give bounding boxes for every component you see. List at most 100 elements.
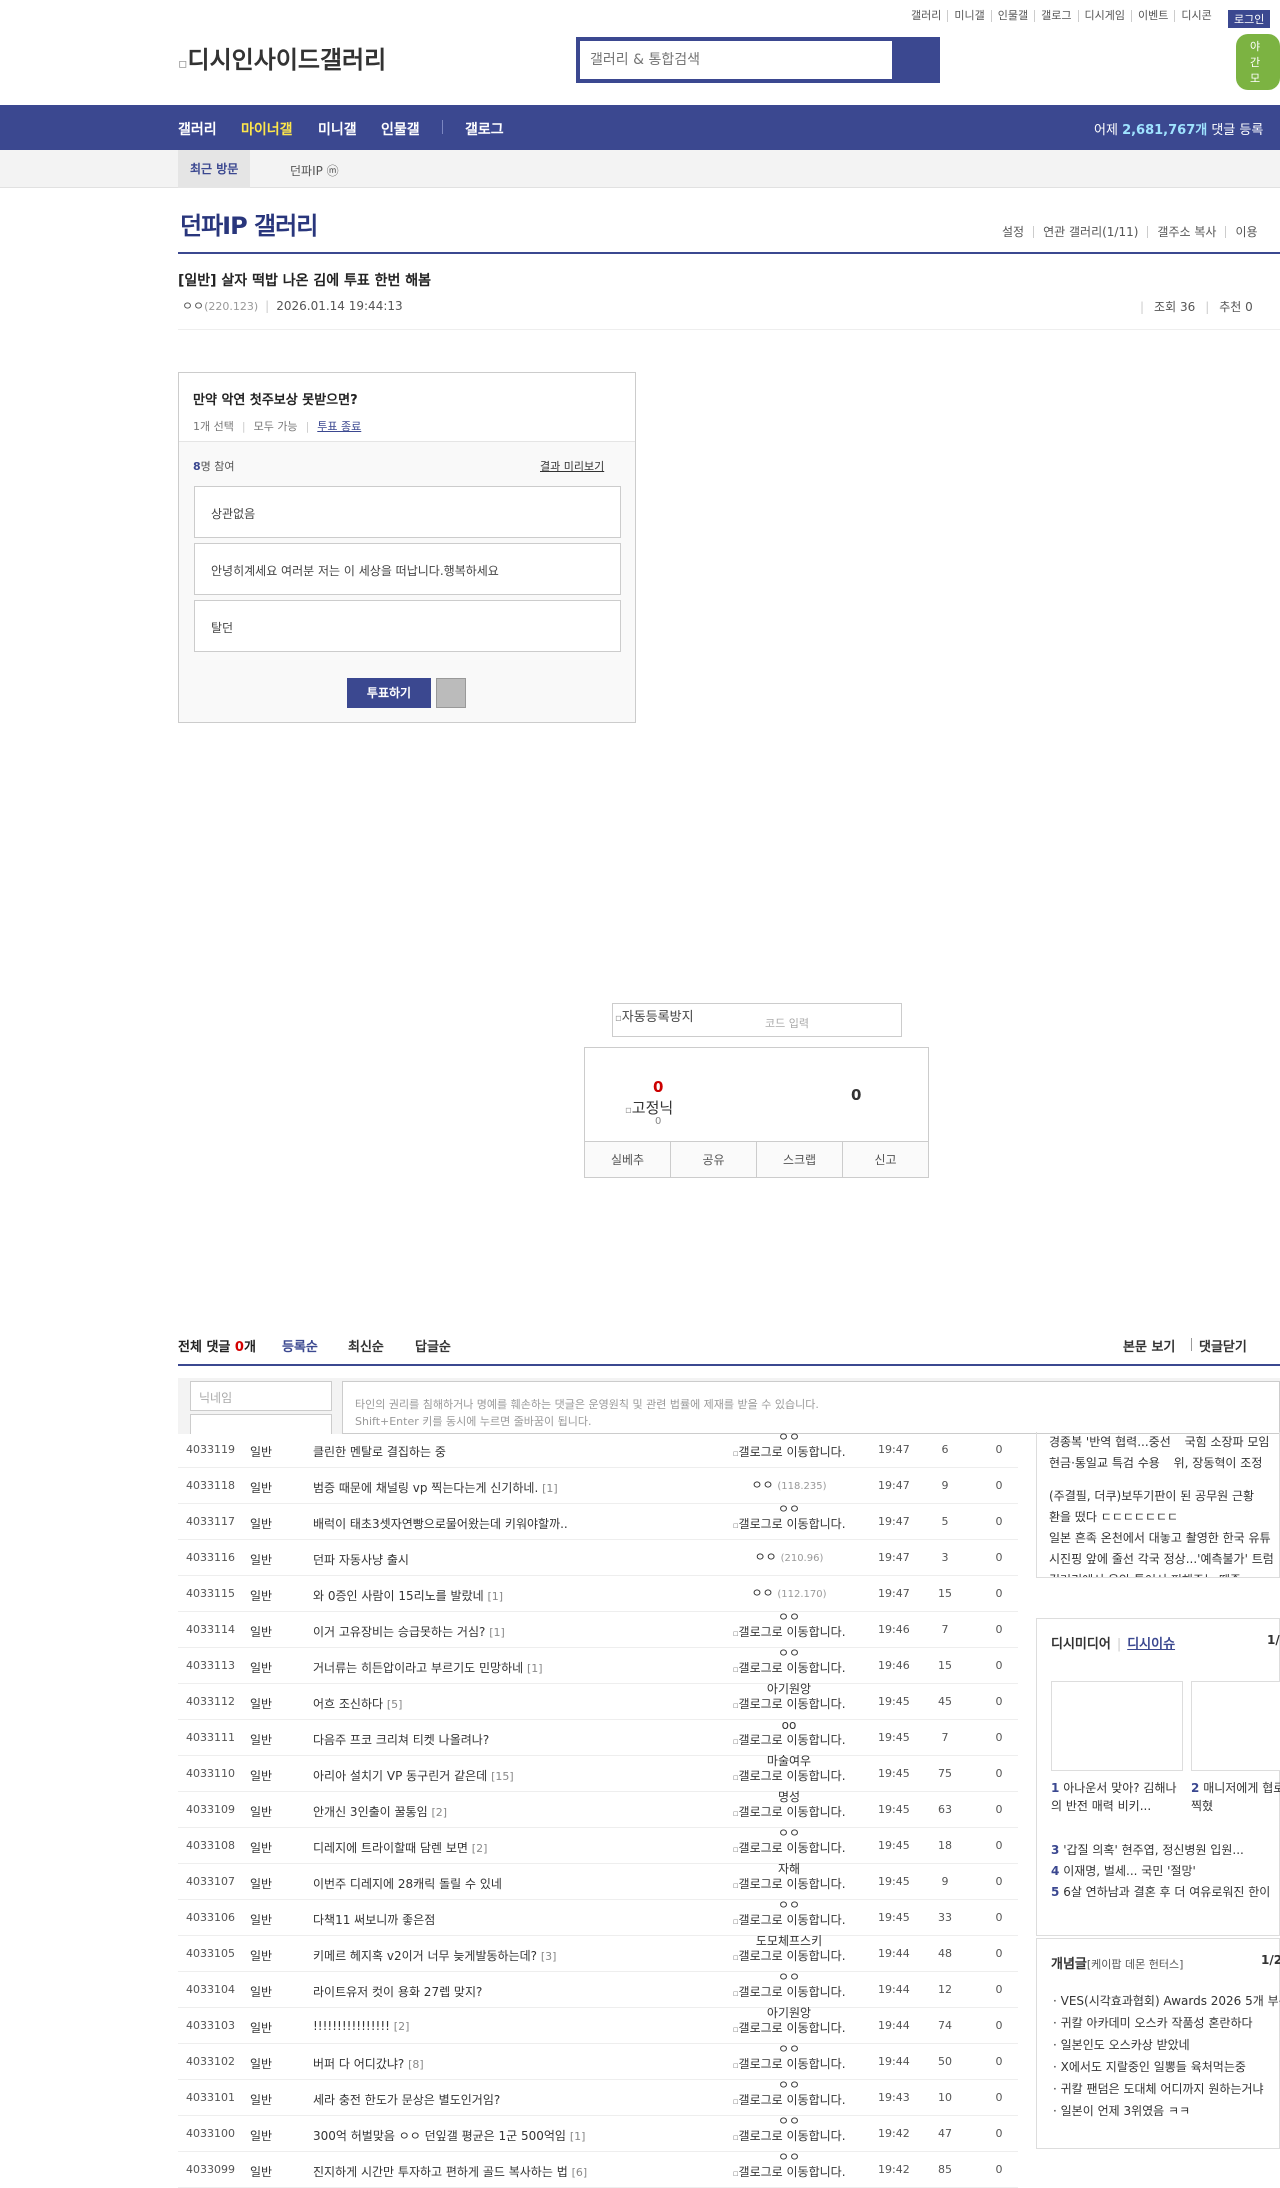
concept-item[interactable]: · 일본인도 오스카상 받았네 xyxy=(1053,2035,1190,2055)
concept-pager[interactable]: 1/2 xyxy=(1261,1953,1280,1967)
writer-nickname[interactable]: ㅇㅇ xyxy=(720,2079,858,2091)
writer-nickname[interactable]: ㅇㅇ xyxy=(720,1431,858,1443)
writer-nickname[interactable]: ㅇㅇ xyxy=(720,2151,858,2163)
gallog-link[interactable]: ▫갤로그로 이동합니다. xyxy=(720,1806,858,1820)
top-link-gallog[interactable]: 갤로그 xyxy=(1034,10,1077,22)
media-list-item[interactable]: 3 '갑질 의혹' 현주엽, 정신병원 입원... xyxy=(1051,1841,1244,1858)
top-link-event[interactable]: 이벤트 xyxy=(1130,10,1174,22)
option-usage[interactable]: 이용 xyxy=(1225,226,1266,238)
post-author[interactable]: ㅇㅇ xyxy=(182,299,204,313)
post-row[interactable]: 4033105 일반 키메르 헤지혹 v2이거 너무 늦게발동하는데? [3] 도모체… xyxy=(178,1935,1018,1972)
post-row[interactable]: 4033113 일반 거너류는 히든압이라고 부르기도 민망하네 [1] ㅇㅇ ▫갤로그… xyxy=(178,1647,1018,1684)
news-item[interactable]: 환을 떴다 ㄷㄷㄷㄷㄷㄷㄷ xyxy=(1049,1507,1267,1528)
post-row[interactable]: 4033118 일반 범증 때문에 채널링 vp 찍는다는게 신기하네. [1] ㅇㅇ… xyxy=(178,1468,1018,1504)
nav-mini-gallery[interactable]: 미니갤 xyxy=(318,119,357,139)
gallog-link[interactable]: ▫갤로그로 이동합니다. xyxy=(720,1698,858,1712)
media-list-item[interactable]: 4 이재명, 벌세... 국민 '절망' xyxy=(1051,1862,1196,1879)
gallog-link[interactable]: ▫갤로그로 이동합니다. xyxy=(720,2166,858,2180)
news-item[interactable]: 길거리에서 음악 틀어서 피해주는 땡중 xyxy=(1049,1570,1267,1577)
post-title-link[interactable]: 디레지에 트라이할때 담렌 보면 [2] xyxy=(313,1839,487,1856)
writer-nickname[interactable]: 자해 xyxy=(720,1863,858,1875)
post-title-link[interactable]: 아리아 설치기 VP 동구린거 같은데 [15] xyxy=(313,1767,514,1784)
top-link-minigal[interactable]: 미니갤 xyxy=(947,10,990,22)
reply-count[interactable]: [3] xyxy=(541,1950,557,1963)
writer-nickname[interactable]: 아기원앙 xyxy=(720,1683,858,1695)
concept-title[interactable]: 개념글 xyxy=(1051,1957,1087,1972)
post-row[interactable]: 4033100 일반 300억 허벌맞음 ㅇㅇ 던잎갤 평균은 1군 500억임 [… xyxy=(178,2115,1018,2152)
writer-nickname[interactable]: 마술여우 xyxy=(720,1755,858,1767)
post-title-link[interactable]: 안개신 3인출이 꿀통임 [2] xyxy=(313,1803,447,1820)
view-body-link[interactable]: 본문 보기 xyxy=(1123,1336,1175,1355)
nav-gallog[interactable]: 갤로그 xyxy=(465,119,504,139)
post-row[interactable]: 4033119 일반 클린한 멘탈로 결집하는 중 ㅇㅇ ▫갤로그로 이동합니다. 19… xyxy=(178,1431,1018,1468)
news-item[interactable]: 시진핑 앞에 줄선 각국 정상...'예측불가' 트럼 xyxy=(1049,1549,1274,1570)
top-link-persongal[interactable]: 인물갤 xyxy=(990,10,1034,22)
media-list-item[interactable]: 5 6살 연하남과 결혼 후 더 여유로워진 한이 xyxy=(1051,1883,1270,1900)
sort-registered[interactable]: 등록순 xyxy=(282,1336,318,1355)
nav-gallery[interactable]: 갤러리 xyxy=(178,119,217,139)
recent-visit-label[interactable]: 최근 방문 xyxy=(178,150,250,188)
reply-count[interactable]: [1] xyxy=(487,1590,503,1603)
gallog-link[interactable]: ▫갤로그로 이동합니다. xyxy=(720,1878,858,1892)
vote-secondary-button[interactable] xyxy=(436,678,466,708)
post-row[interactable]: 4033114 일반 이거 고유장비는 승급못하는 거심? [1] ㅇㅇ ▫갤로그로 이… xyxy=(178,1611,1018,1648)
vote-submit-button[interactable]: 투표하기 xyxy=(347,678,431,708)
reply-count[interactable]: [1] xyxy=(570,2130,586,2143)
tab-dcissue[interactable]: 디시이슈 xyxy=(1127,1637,1175,1652)
writer-nickname[interactable]: ㅇㅇ xyxy=(755,1550,777,1564)
search-button[interactable] xyxy=(892,41,936,79)
post-title-link[interactable]: 300억 허벌맞음 ㅇㅇ 던잎갤 평균은 1군 500억임 [1] xyxy=(313,2127,585,2144)
vote-preview-link[interactable]: 결과 미리보기 xyxy=(540,458,604,474)
concept-item[interactable]: · VES(시각효과협회) Awards 2026 5개 부문 xyxy=(1053,1991,1280,2011)
gallog-link[interactable]: ▫갤로그로 이동합니다. xyxy=(720,1842,858,1856)
writer-nickname[interactable]: 아기원앙 xyxy=(720,2007,858,2019)
news-item[interactable]: 현금·통일교 특검 수용 위, 장동혁이 조정 xyxy=(1049,1453,1267,1474)
post-title-link[interactable]: 라이트유저 컷이 용화 27렙 맞지? xyxy=(313,1983,482,2000)
writer-nickname[interactable]: 명성 xyxy=(720,1791,858,1803)
post-row[interactable]: 4033103 일반!!!!!!!!!!!!!!!! [2] 아기원앙 ▫갤로그로 이… xyxy=(178,2007,1018,2044)
post-title-link[interactable]: 이번주 디레지에 28캐릭 돌릴 수 있네 xyxy=(313,1875,502,1892)
post-row[interactable]: 4033101 일반 세라 충전 한도가 문상은 별도인거임? ㅇㅇ ▫갤로그로 이동… xyxy=(178,2079,1018,2116)
post-title-link[interactable]: 이거 고유장비는 승급못하는 거심? [1] xyxy=(313,1623,505,1640)
reply-count[interactable]: [8] xyxy=(408,2058,424,2071)
post-row[interactable]: 4033111 일반 다음주 프코 크리쳐 티켓 나올려나? oo ▫갤로그로 이동합… xyxy=(178,1719,1018,1756)
recent-visit-item[interactable]: 던파IP ⓜ xyxy=(290,162,339,179)
top-link-dcgame[interactable]: 디시게임 xyxy=(1077,10,1131,22)
scrap-button[interactable]: 스크랩 xyxy=(756,1142,842,1177)
reply-count[interactable]: [1] xyxy=(542,1482,558,1495)
report-button[interactable]: 신고 xyxy=(842,1142,928,1177)
post-title-link[interactable]: 클린한 멘탈로 결집하는 중 xyxy=(313,1443,446,1460)
writer-nickname[interactable]: 도모체프스키 xyxy=(720,1935,858,1947)
fixed-nick-image[interactable]: ▫고정닉 xyxy=(625,1097,673,1118)
writer-nickname[interactable]: ㅇㅇ xyxy=(720,1503,858,1515)
reply-count[interactable]: [6] xyxy=(572,2166,588,2179)
media-pager[interactable]: 1/ xyxy=(1267,1633,1280,1647)
writer-nickname[interactable]: ㅇㅇ xyxy=(720,1647,858,1659)
post-row[interactable]: 4033112 일반 어흐 조신하다 [5] 아기원앙 ▫갤로그로 이동합니다. 19:4… xyxy=(178,1683,1018,1720)
post-title-link[interactable]: 버퍼 다 어디갔냐? [8] xyxy=(313,2055,424,2072)
option-settings[interactable]: 설정 xyxy=(1002,226,1033,238)
writer-nickname[interactable]: ㅇㅇ xyxy=(720,1827,858,1839)
post-title-link[interactable]: 세라 충전 한도가 문상은 별도인거임? xyxy=(313,2091,500,2108)
writer-nickname[interactable]: ㅇㅇ xyxy=(720,1899,858,1911)
gallog-link[interactable]: ▫갤로그로 이동합니다. xyxy=(720,1914,858,1928)
media-caption[interactable]: 2 매니저에게 협로 가슴을 찍혔 xyxy=(1191,1779,1280,1815)
gallog-link[interactable]: ▫갤로그로 이동합니다. xyxy=(720,2094,858,2108)
writer-nickname[interactable]: ㅇㅇ xyxy=(751,1586,773,1600)
post-row[interactable]: 4033115 일반 와 0증인 사람이 15리노를 발랐네 [1] ㅇㅇ (112.… xyxy=(178,1576,1018,1612)
vote-option[interactable]: 탈던 xyxy=(194,600,621,652)
writer-nickname[interactable]: ㅇㅇ xyxy=(720,2115,858,2127)
post-title-link[interactable]: 다책11 써보니까 좋은점 xyxy=(313,1911,435,1928)
gallog-link[interactable]: ▫갤로그로 이동합니다. xyxy=(720,1734,858,1748)
reply-count[interactable]: [2] xyxy=(431,1806,447,1819)
post-row[interactable]: 4033110 일반 아리아 설치기 VP 동구린거 같은데 [15] 마술여우 ▫갤로… xyxy=(178,1755,1018,1792)
concept-item[interactable]: · 귀칼 팬덤은 도대체 어디까지 원하는거냐 xyxy=(1053,2079,1264,2099)
reply-count[interactable]: [2] xyxy=(394,2020,410,2033)
reply-count[interactable]: [1] xyxy=(489,1626,505,1639)
writer-nickname[interactable]: ㅇㅇ xyxy=(751,1478,773,1492)
post-title-link[interactable]: 다음주 프코 크리쳐 티켓 나올려나? xyxy=(313,1731,489,1748)
concept-item[interactable]: · 일본이 언제 3위였음 ㅋㅋ xyxy=(1053,2101,1190,2121)
gallog-link[interactable]: ▫갤로그로 이동합니다. xyxy=(720,1518,858,1532)
reply-count[interactable]: [5] xyxy=(387,1698,403,1711)
tab-dcmedia[interactable]: 디시미디어 xyxy=(1051,1637,1111,1652)
